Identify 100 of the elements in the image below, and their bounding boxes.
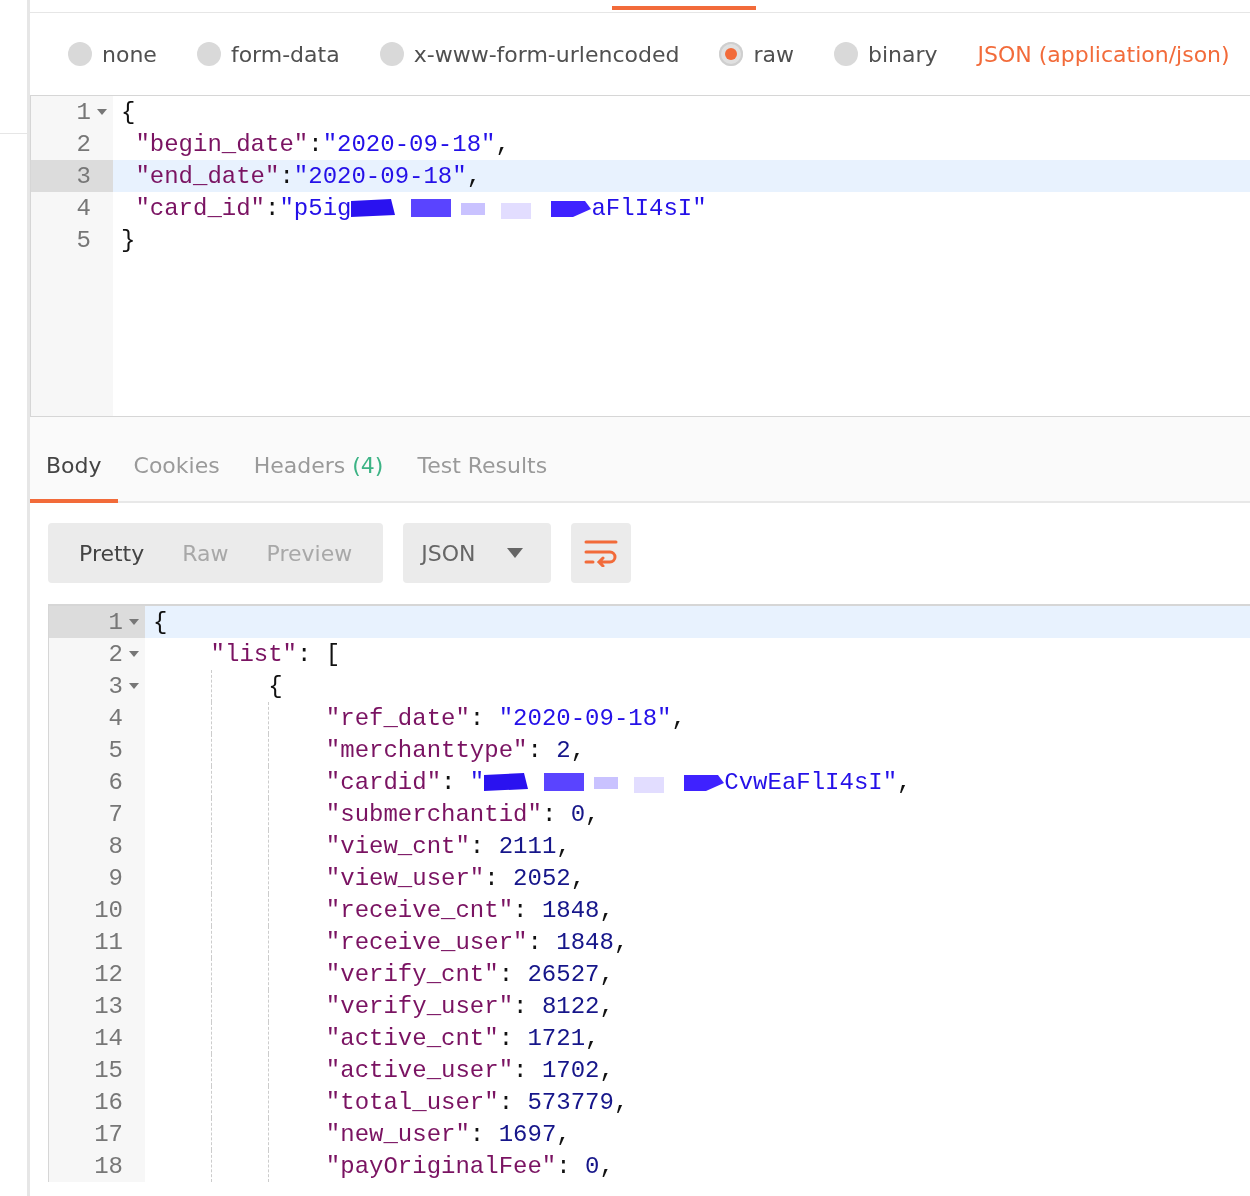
- code-key: "ref_date": [325, 704, 470, 732]
- code-punctuation: ,: [556, 832, 571, 860]
- code-string: aFlI4sI": [591, 194, 707, 222]
- code-punctuation: ,: [613, 928, 629, 956]
- code-punctuation: :: [556, 1152, 572, 1180]
- code-punctuation: :: [265, 194, 280, 222]
- wrap-lines-button[interactable]: [571, 523, 632, 583]
- code-key: "view_user": [325, 864, 485, 892]
- code-punctuation: :: [308, 130, 323, 158]
- code-number: 2111: [498, 832, 557, 860]
- code-number: 0: [585, 1152, 600, 1180]
- line-number: 4: [108, 704, 123, 732]
- line-number: 1: [108, 608, 123, 636]
- radio-button[interactable]: [379, 42, 404, 66]
- line-number: 1: [76, 98, 91, 126]
- code-punctuation: ,: [613, 1088, 629, 1116]
- body-type-radio[interactable]: none: [68, 41, 157, 67]
- format-dropdown[interactable]: JSON: [403, 523, 552, 583]
- line-number: 10: [94, 896, 123, 924]
- code-punctuation: {: [153, 608, 168, 636]
- code-punctuation: :: [527, 736, 543, 764]
- code-punctuation: ,: [495, 130, 510, 158]
- code-number: 2052: [513, 864, 571, 892]
- code-punctuation: {: [268, 672, 283, 700]
- code-string: "p5ig: [279, 194, 352, 222]
- code-number: 1721: [527, 1024, 586, 1052]
- body-type-radio[interactable]: raw: [719, 41, 794, 67]
- code-punctuation: ,: [585, 1024, 600, 1052]
- line-number: 4: [76, 194, 91, 222]
- line-number: 18: [94, 1152, 123, 1180]
- code-key: "submerchantid": [325, 800, 542, 828]
- code-key: "active_user": [325, 1056, 514, 1084]
- code-punctuation: :: [513, 1056, 529, 1084]
- line-number: 9: [108, 864, 123, 892]
- line-number: 16: [94, 1088, 123, 1116]
- line-number: 14: [94, 1024, 123, 1052]
- line-number: 12: [94, 960, 123, 988]
- body-type-radio[interactable]: form-data: [196, 41, 340, 67]
- fold-arrow-icon[interactable]: [129, 619, 139, 625]
- code-number: 1848: [541, 896, 600, 924]
- code-punctuation: :: [541, 800, 558, 828]
- line-number: 7: [108, 800, 123, 828]
- line-number: 11: [94, 928, 123, 956]
- radio-button[interactable]: [68, 42, 92, 66]
- body-type-radio[interactable]: binary: [833, 41, 938, 67]
- line-number: 2: [76, 130, 91, 158]
- code-punctuation: :: [498, 1024, 515, 1052]
- code-key: "total_user": [325, 1088, 499, 1116]
- code-punctuation: :: [498, 1088, 515, 1116]
- radio-button[interactable]: [196, 42, 221, 66]
- code-punctuation: :: [469, 704, 486, 732]
- fold-arrow-icon[interactable]: [129, 651, 139, 657]
- code-punctuation: {: [121, 98, 136, 126]
- code-number: 2: [556, 736, 571, 764]
- code-key: "end_date": [135, 162, 280, 190]
- code-punctuation: ,: [570, 736, 586, 764]
- code-punctuation: ,: [897, 768, 912, 796]
- code-punctuation: ,: [585, 800, 600, 828]
- wrap-icon: [584, 539, 619, 567]
- view-mode-button[interactable]: Pretty: [60, 523, 164, 583]
- line-number: 5: [108, 736, 123, 764]
- code-string: "2020-09-18": [293, 162, 467, 190]
- line-number: 5: [76, 226, 91, 254]
- body-type-radio[interactable]: x-www-form-urlencoded: [379, 41, 680, 67]
- code-punctuation: :: [498, 960, 515, 988]
- code-punctuation: :: [279, 162, 294, 190]
- line-number: 13: [94, 992, 123, 1020]
- code-string: "2020-09-18": [322, 130, 496, 158]
- fold-arrow-icon[interactable]: [129, 683, 139, 689]
- code-punctuation: ,: [570, 864, 586, 892]
- code-key: "new_user": [325, 1120, 470, 1148]
- line-number: 8: [108, 832, 123, 860]
- code-punctuation: :: [527, 928, 543, 956]
- radio-button[interactable]: [719, 42, 744, 66]
- code-number: 1848: [556, 928, 614, 956]
- code-punctuation: ,: [599, 992, 614, 1020]
- line-number: 3: [108, 672, 123, 700]
- code-key: "active_cnt": [325, 1024, 499, 1052]
- code-punctuation: :: [513, 992, 529, 1020]
- code-number: 0: [570, 800, 586, 828]
- code-string: ": [469, 768, 485, 796]
- radio-button[interactable]: [833, 42, 858, 66]
- code-punctuation: :: [469, 1120, 486, 1148]
- code-key: "view_cnt": [325, 832, 470, 860]
- line-number: 17: [94, 1120, 123, 1148]
- code-key: "verify_user": [325, 992, 514, 1020]
- code-string: CvwEaFlI4sI": [724, 768, 898, 796]
- code-key: "receive_user": [325, 928, 528, 956]
- code-key: "card_id": [135, 194, 265, 222]
- code-punctuation: :: [484, 864, 500, 892]
- line-number: 6: [108, 768, 123, 796]
- code-punctuation: ,: [599, 960, 614, 988]
- caret-icon: [507, 548, 524, 558]
- code-punctuation: ,: [671, 704, 686, 732]
- code-key: "begin_date": [135, 130, 309, 158]
- code-number: 1702: [541, 1056, 600, 1084]
- line-number: 15: [94, 1056, 123, 1084]
- code-punctuation: ,: [599, 1056, 614, 1084]
- fold-arrow-icon[interactable]: [97, 109, 107, 115]
- code-number: 26527: [527, 960, 600, 988]
